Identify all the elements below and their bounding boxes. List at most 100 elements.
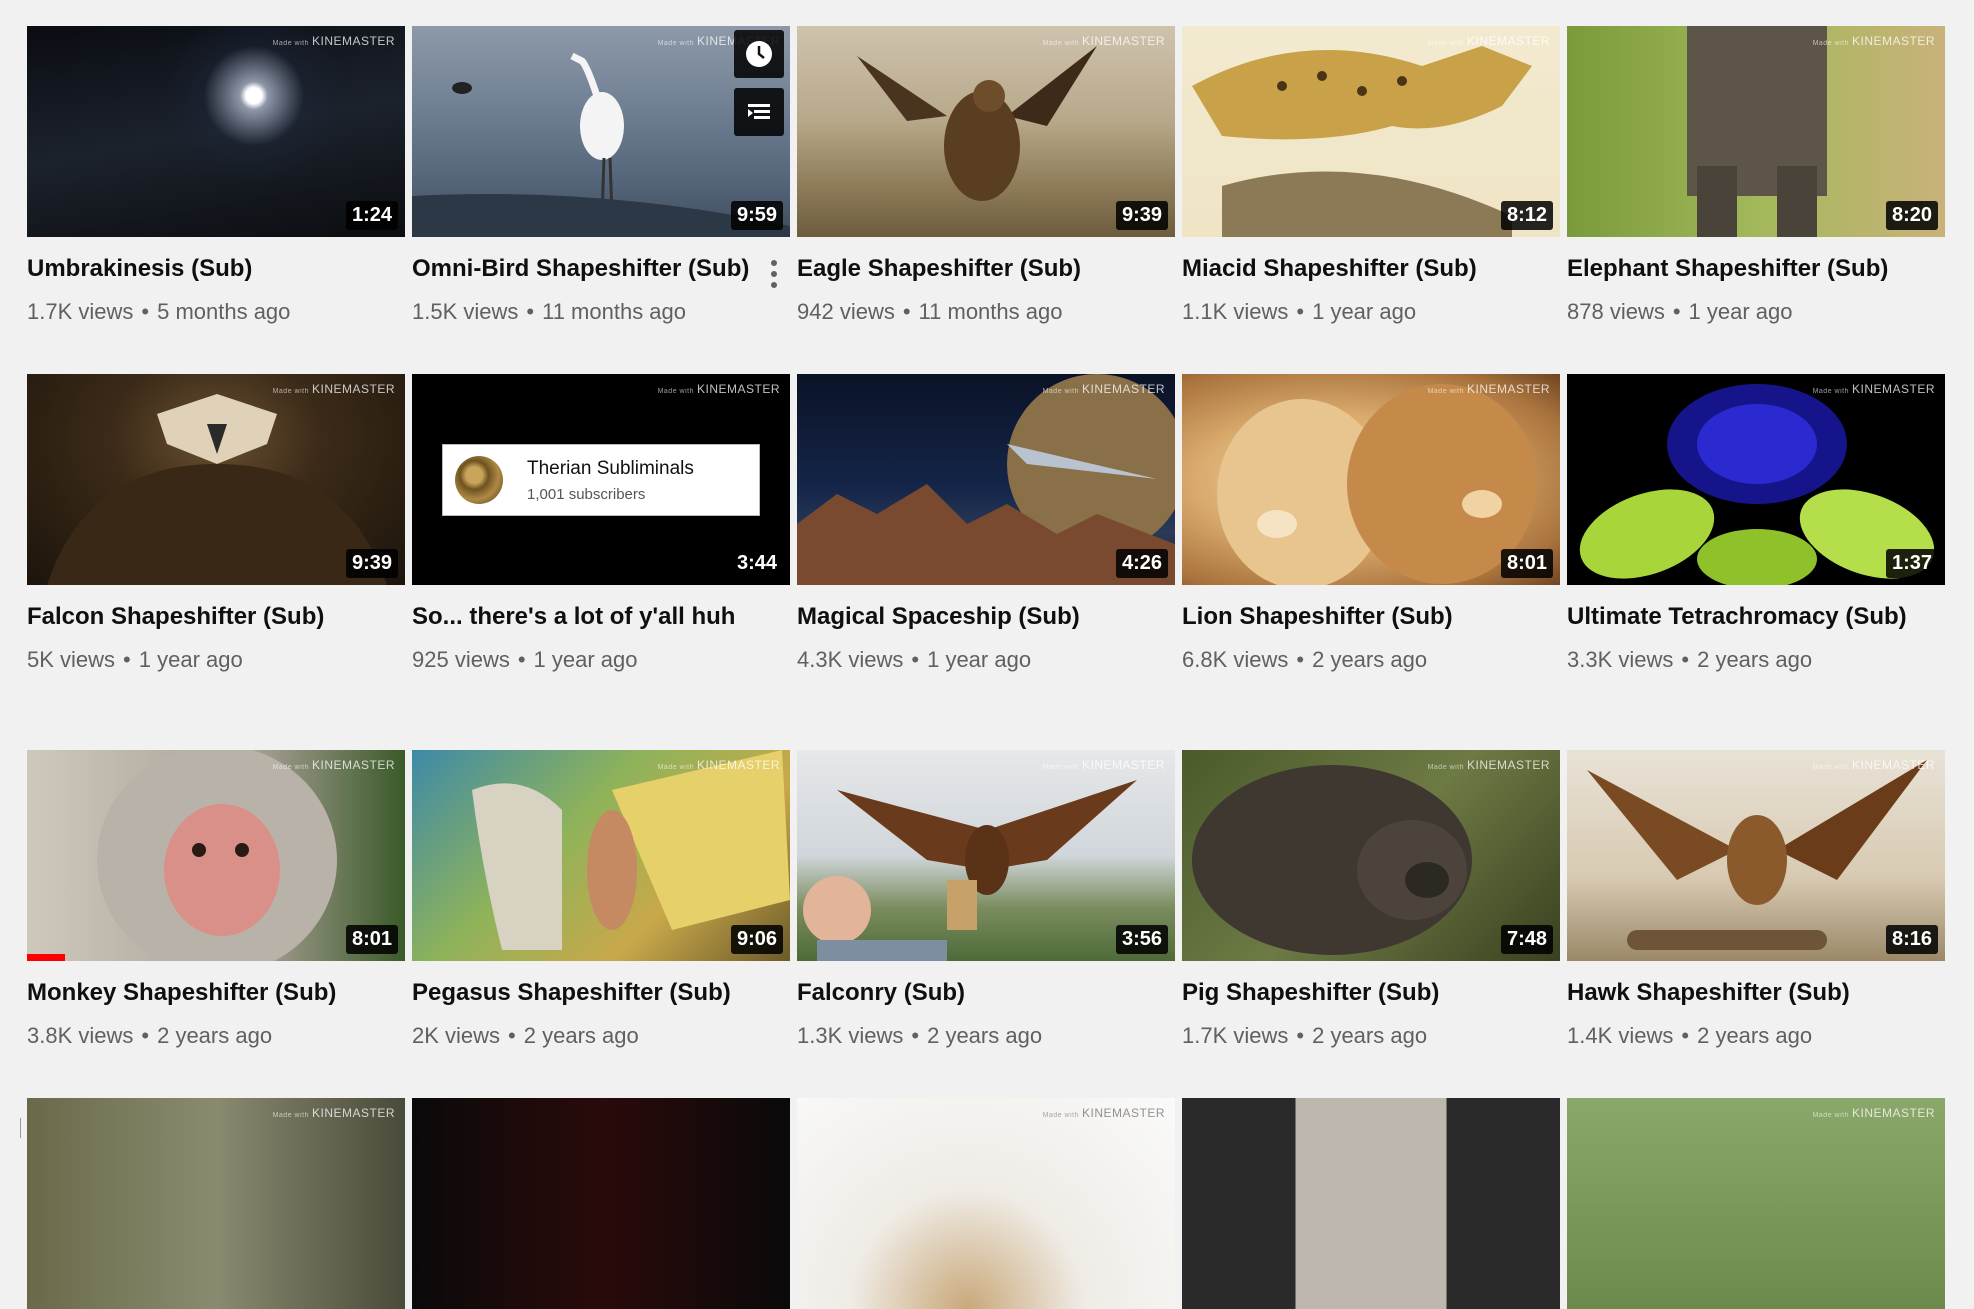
video-card[interactable]: Made with KINEMASTER 1:37 Ultimate Tetrac… [1567,374,1945,673]
video-card[interactable]: Made with KINEMASTER 8:12 Miacid Shapeshi… [1182,26,1560,325]
video-title[interactable]: Lion Shapeshifter (Sub) [1182,603,1530,631]
video-meta: Omni-Bird Shapeshifter (Sub) 1.5K views •… [412,237,790,325]
video-meta: Umbrakinesis (Sub) 1.7K views • 5 months a… [27,237,405,325]
duration-badge: 8:16 [1885,925,1938,954]
video-card[interactable]: Made with KINEMASTER 8:01 Monkey Shapeshi… [27,750,405,1049]
video-thumbnail[interactable]: Made with KINEMASTER 8:01 [27,750,405,961]
view-count: 6.8K views [1182,647,1289,672]
watch-later-button[interactable] [734,30,784,78]
video-title[interactable]: Monkey Shapeshifter (Sub) [27,979,375,1007]
thumbnail-image [1182,1098,1560,1309]
video-thumbnail[interactable] [1182,1098,1560,1309]
video-title[interactable]: Eagle Shapeshifter (Sub) [797,255,1145,283]
video-card[interactable]: Made withKINEMASTER 9:59 Omni-Bird Shape… [412,26,790,325]
separator-dot: • [902,299,911,324]
video-card[interactable]: Made with KINEMASTER 1:24 Umbrakinesis (S… [27,26,405,325]
video-thumbnail[interactable]: Made with KINEMASTER 9:39 [797,26,1175,237]
duration-badge: 3:56 [1115,925,1168,954]
view-count: 3.3K views [1567,647,1674,672]
view-count: 878 views [1567,299,1665,324]
video-thumbnail[interactable]: Made with KINEMASTER 3:56 [797,750,1175,961]
video-card[interactable]: Made with KINEMASTER 8:16 Hawk Shapeshift… [1567,750,1945,1049]
video-meta: Ultimate Tetrachromacy (Sub) 3.3K views •… [1567,585,1945,673]
video-thumbnail[interactable]: Made with KINEMASTER 8:16 [1567,750,1945,961]
vertical-dots-icon[interactable] [770,259,778,289]
upload-age: 1 year ago [533,647,638,672]
view-count: 1.5K views [412,299,519,324]
kinemaster-watermark: Made withKINEMASTER [1042,34,1165,48]
video-thumbnail[interactable]: Made with KINEMASTER [1567,1098,1945,1309]
video-meta: So... there's a lot of y'all huh 925 vie… [412,585,790,673]
view-count: 1.7K views [1182,1023,1289,1048]
duration-badge: 9:06 [730,925,783,954]
video-title[interactable]: Omni-Bird Shapeshifter (Sub) [412,255,760,283]
view-count: 1.4K views [1567,1023,1674,1048]
video-title[interactable]: Pig Shapeshifter (Sub) [1182,979,1530,1007]
video-card[interactable]: Made with KINEMASTER 9:06 Pegasus Shapesh… [412,750,790,1049]
video-info: 1.1K views • 1 year ago [1182,299,1530,325]
video-card[interactable]: Made with KINEMASTER 3:56 Falconry (Sub) … [797,750,1175,1049]
video-title[interactable]: Pegasus Shapeshifter (Sub) [412,979,760,1007]
video-title[interactable]: Elephant Shapeshifter (Sub) [1567,255,1915,283]
duration-badge: 1:37 [1885,549,1938,578]
view-count: 942 views [797,299,895,324]
video-card[interactable]: Made with KINEMASTER 7:48 Pig Shapeshifte… [1182,750,1560,1049]
video-card[interactable]: Made with KINEMASTER 9:39 Eagle Shapeshif… [797,26,1175,325]
video-info: 942 views • 11 months ago [797,299,1145,325]
video-thumbnail[interactable]: Made with KINEMASTER 8:12 [1182,26,1560,237]
view-count: 4.3K views [797,647,904,672]
add-to-queue-button[interactable] [734,88,784,136]
video-info: 5K views • 1 year ago [27,647,375,673]
separator-dot: • [141,299,150,324]
video-thumbnail[interactable]: Made with KINEMASTER 1:24 [27,26,405,237]
video-card[interactable]: Made with KINEMASTER 9:39 Falcon Shapeshi… [27,374,405,673]
video-meta: Falconry (Sub) 1.3K views • 2 years ago [797,961,1175,1049]
kinemaster-watermark: Made withKINEMASTER [1427,382,1550,396]
video-card[interactable] [412,1098,790,1309]
video-thumbnail[interactable]: Made with KINEMASTER 8:01 [1182,374,1560,585]
video-thumbnail[interactable]: Made with KINEMASTER 4:26 [797,374,1175,585]
video-meta: Falcon Shapeshifter (Sub) 5K views • 1 yea… [27,585,405,673]
video-card[interactable]: Made with KINEMASTER Therian Subliminals … [412,374,790,673]
video-meta: Hawk Shapeshifter (Sub) 1.4K views • 2 yea… [1567,961,1945,1049]
kinemaster-watermark: Made withKINEMASTER [1042,1106,1165,1120]
upload-age: 2 years ago [1697,647,1813,672]
channel-avatar [455,456,503,504]
video-thumbnail[interactable]: Made with KINEMASTER 7:48 [1182,750,1560,961]
video-card[interactable]: Made with KINEMASTER 4:26 Magical Spacesh… [797,374,1175,673]
video-title[interactable]: So... there's a lot of y'all huh [412,603,760,631]
video-title[interactable]: Hawk Shapeshifter (Sub) [1567,979,1915,1007]
video-title[interactable]: Umbrakinesis (Sub) [27,255,375,283]
kinemaster-watermark: Made withKINEMASTER [1042,382,1165,396]
video-thumbnail[interactable]: Made with KINEMASTER Therian Subliminals … [412,374,790,585]
view-count: 1.7K views [27,299,134,324]
video-card[interactable]: Made with KINEMASTER 8:01 Lion Shapeshift… [1182,374,1560,673]
upload-age: 5 months ago [157,299,291,324]
video-thumbnail[interactable] [412,1098,790,1309]
video-title[interactable]: Miacid Shapeshifter (Sub) [1182,255,1530,283]
video-thumbnail[interactable]: Made with KINEMASTER 1:37 [1567,374,1945,585]
video-card[interactable]: Made with KINEMASTER 8:20 Elephant Shapes… [1567,26,1945,325]
video-card[interactable]: Made with KINEMASTER [1567,1098,1945,1309]
channel-subscriber-count: 1,001 subscribers [527,486,646,503]
video-info: 6.8K views • 2 years ago [1182,647,1530,673]
video-title[interactable]: Falconry (Sub) [797,979,1145,1007]
video-title[interactable]: Falcon Shapeshifter (Sub) [27,603,375,631]
video-card[interactable]: Made with KINEMASTER [797,1098,1175,1309]
video-thumbnail[interactable]: Made with KINEMASTER 9:39 [27,374,405,585]
video-thumbnail[interactable]: Made with KINEMASTER [797,1098,1175,1309]
video-thumbnail[interactable]: Made withKINEMASTER 9:59 [412,26,790,237]
duration-badge: 4:26 [1115,549,1168,578]
video-thumbnail[interactable]: Made with KINEMASTER 9:06 [412,750,790,961]
queue-icon [748,104,770,119]
separator-dot: • [1681,647,1690,672]
video-thumbnail[interactable]: Made with KINEMASTER 8:20 [1567,26,1945,237]
separator-dot: • [911,1023,920,1048]
video-thumbnail[interactable]: Made with KINEMASTER [27,1098,405,1309]
video-card[interactable] [1182,1098,1560,1309]
video-title[interactable]: Ultimate Tetrachromacy (Sub) [1567,603,1915,631]
separator-dot: • [911,647,920,672]
video-card[interactable]: Made with KINEMASTER [27,1098,405,1309]
video-title[interactable]: Magical Spaceship (Sub) [797,603,1145,631]
kinemaster-watermark: Made withKINEMASTER [272,758,395,772]
